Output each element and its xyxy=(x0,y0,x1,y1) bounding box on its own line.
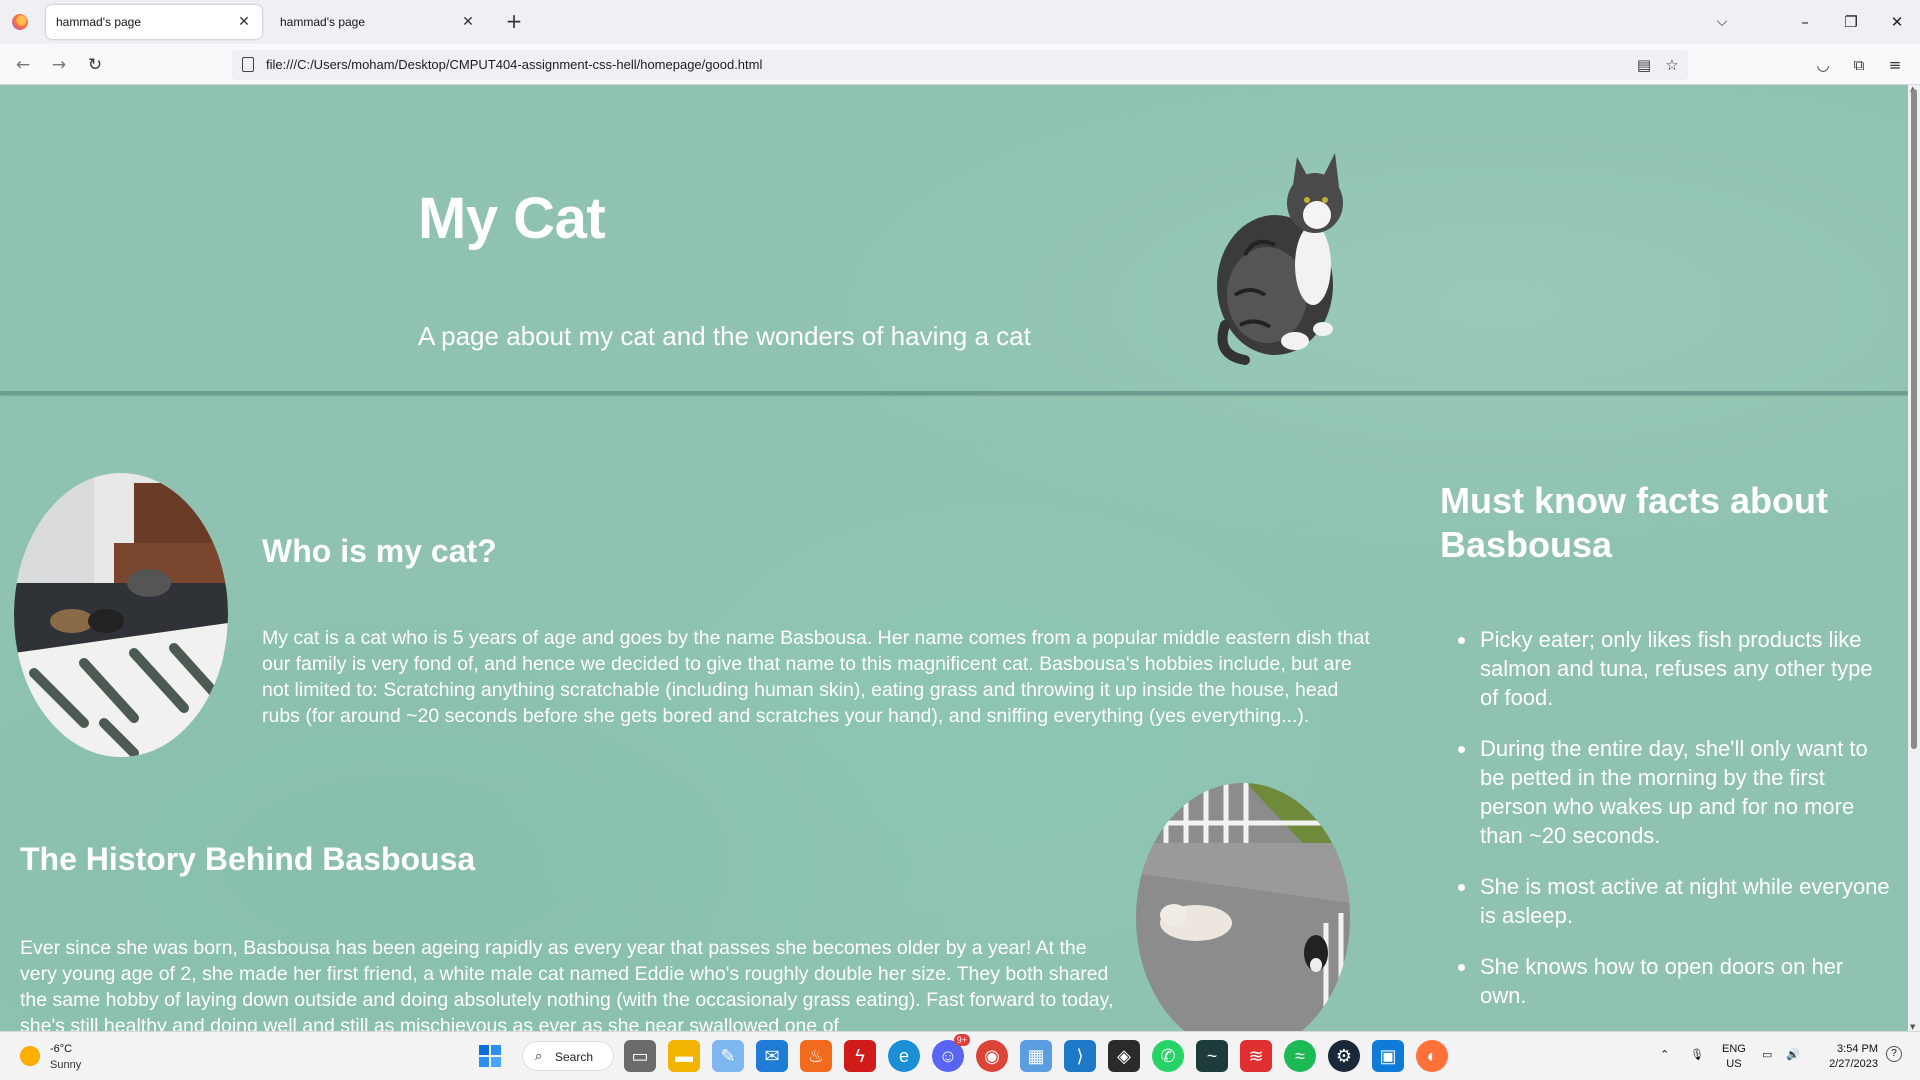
vscode-icon[interactable]: ⟩ xyxy=(1064,1040,1096,1072)
cat-hero-image xyxy=(1217,153,1343,365)
notification-help-icon[interactable]: ? xyxy=(1886,1046,1902,1062)
minimize-icon[interactable]: – xyxy=(1782,0,1828,44)
close-tab-icon[interactable]: ✕ xyxy=(234,11,254,31)
facts-section-title: Must know facts about Basbousa xyxy=(1440,480,1829,565)
weather-condition[interactable]: Sunny xyxy=(50,1059,81,1071)
extensions-icon[interactable]: ⧉ xyxy=(1846,52,1872,78)
clock-time: 3:54 PM xyxy=(1837,1043,1878,1055)
file-explorer-icon[interactable]: ▬ xyxy=(668,1040,700,1072)
forward-icon[interactable]: → xyxy=(46,52,72,78)
fact-item: She knows how to open doors on her own. xyxy=(1458,952,1890,1010)
search-label: Search xyxy=(555,1050,594,1064)
address-bar[interactable]: file:///C:/Users/moham/Desktop/CMPUT404-… xyxy=(232,50,1688,80)
who-section-title: Who is my cat? xyxy=(262,533,497,569)
scroll-down-arrow-icon[interactable]: ▼ xyxy=(1910,1023,1915,1031)
browser-tab-bar: hammad's page ✕ hammad's page ✕ + ⌵ – ❐ … xyxy=(0,0,1920,44)
whatsapp-icon[interactable]: ✆ xyxy=(1152,1040,1184,1072)
calculator-app-icon[interactable]: ▣ xyxy=(1372,1040,1404,1072)
header-divider xyxy=(0,391,1908,395)
region-code: US xyxy=(1726,1058,1742,1070)
microphone-icon[interactable]: 🎙 xyxy=(1690,1048,1704,1061)
taskbar-search[interactable]: ⌕ Search xyxy=(522,1041,614,1071)
windows-start-icon[interactable] xyxy=(474,1040,506,1072)
page-title: My Cat xyxy=(418,186,606,251)
clock-date: 2/27/2023 xyxy=(1829,1058,1878,1070)
discord-icon[interactable]: ☺ 9+ xyxy=(932,1034,970,1072)
show-hidden-icons[interactable]: ⌃ xyxy=(1660,1048,1669,1061)
fact-item: During the entire day, she'll only want … xyxy=(1458,734,1890,850)
tab-active[interactable]: hammad's page ✕ xyxy=(46,5,262,39)
mail-icon[interactable]: ✉ xyxy=(756,1040,788,1072)
cat-photo-porch xyxy=(1136,783,1350,1031)
network-icon[interactable]: ▭ xyxy=(1762,1048,1772,1061)
microsoft-store-icon[interactable]: ▦ xyxy=(1020,1040,1052,1072)
close-window-icon[interactable]: ✕ xyxy=(1874,0,1920,44)
history-section-text: Ever since she was born, Basbousa has be… xyxy=(20,937,1114,1031)
close-tab-icon[interactable]: ✕ xyxy=(458,11,478,31)
flame-app-icon[interactable]: ♨ xyxy=(800,1040,832,1072)
url-text[interactable]: file:///C:/Users/moham/Desktop/CMPUT404-… xyxy=(266,57,762,72)
steam-icon[interactable]: ⚙ xyxy=(1328,1040,1360,1072)
fact-item: She is most active at night while everyo… xyxy=(1458,874,1890,928)
web-page: My Cat A page about my cat and the wonde… xyxy=(0,85,1908,1031)
facts-list: Picky eater; only likes fish products li… xyxy=(1458,625,1890,1031)
history-section-title: The History Behind Basbousa xyxy=(20,841,476,877)
edge-browser-icon[interactable]: e xyxy=(888,1040,920,1072)
tab-title: hammad's page xyxy=(280,15,366,29)
tab-inactive[interactable]: hammad's page ✕ xyxy=(270,5,486,39)
page-subtitle: A page about my cat and the wonders of h… xyxy=(418,321,1031,351)
restore-icon[interactable]: ❐ xyxy=(1828,0,1874,44)
language-code: ENG xyxy=(1722,1043,1746,1055)
scrollbar-thumb[interactable] xyxy=(1911,89,1917,749)
browser-nav-bar: ← → ↻ file:///C:/Users/moham/Desktop/CMP… xyxy=(0,44,1920,85)
pocket-icon[interactable]: ◡ xyxy=(1810,52,1836,78)
game-app-icon[interactable]: ≋ xyxy=(1240,1040,1272,1072)
windows-taskbar: -6°C Sunny ⌕ Search ▭ ▬ ✎ ✉ ♨ ϟ e ☺ 9+ ◉… xyxy=(0,1031,1920,1080)
who-section-text: My cat is a cat who is 5 years of age an… xyxy=(262,627,1370,727)
chrome-icon[interactable]: ◉ xyxy=(976,1040,1008,1072)
lightning-app-icon[interactable]: ϟ xyxy=(844,1040,876,1072)
reload-icon[interactable]: ↻ xyxy=(82,52,108,78)
firefox-taskbar-icon[interactable]: ◐ xyxy=(1416,1040,1448,1072)
weather-temperature[interactable]: -6°C xyxy=(50,1043,72,1055)
firefox-menu-icon[interactable] xyxy=(12,14,28,30)
page-info-icon[interactable] xyxy=(242,57,254,72)
notepad-icon[interactable]: ✎ xyxy=(712,1040,744,1072)
tab-title: hammad's page xyxy=(56,15,142,29)
new-tab-icon[interactable]: + xyxy=(502,10,526,34)
spotify-icon[interactable]: ≈ xyxy=(1284,1040,1316,1072)
list-all-tabs-icon[interactable]: ⌵ xyxy=(1710,10,1734,34)
volume-icon[interactable]: 🔊 xyxy=(1786,1048,1800,1061)
back-icon[interactable]: ← xyxy=(10,52,36,78)
discord-badge: 9+ xyxy=(953,1034,970,1046)
task-view-icon[interactable]: ▭ xyxy=(624,1040,656,1072)
unity-icon[interactable]: ◈ xyxy=(1108,1040,1140,1072)
bookmark-star-icon[interactable]: ☆ xyxy=(1660,53,1684,77)
cat-photo-indoor xyxy=(14,473,228,757)
search-icon: ⌕ xyxy=(535,1048,543,1063)
weather-sun-icon[interactable] xyxy=(20,1046,40,1066)
terminal-app-icon[interactable]: ~ xyxy=(1196,1040,1228,1072)
page-scrollbar[interactable]: ▲ ▼ xyxy=(1908,85,1920,1031)
system-clock[interactable]: 3:54 PM 2/27/2023 xyxy=(1818,1042,1878,1072)
language-indicator[interactable]: ENG US xyxy=(1722,1042,1746,1072)
app-menu-icon[interactable]: ≡ xyxy=(1882,52,1908,78)
reader-view-icon[interactable]: ▤ xyxy=(1632,53,1656,77)
fact-item: Picky eater; only likes fish products li… xyxy=(1458,625,1890,712)
